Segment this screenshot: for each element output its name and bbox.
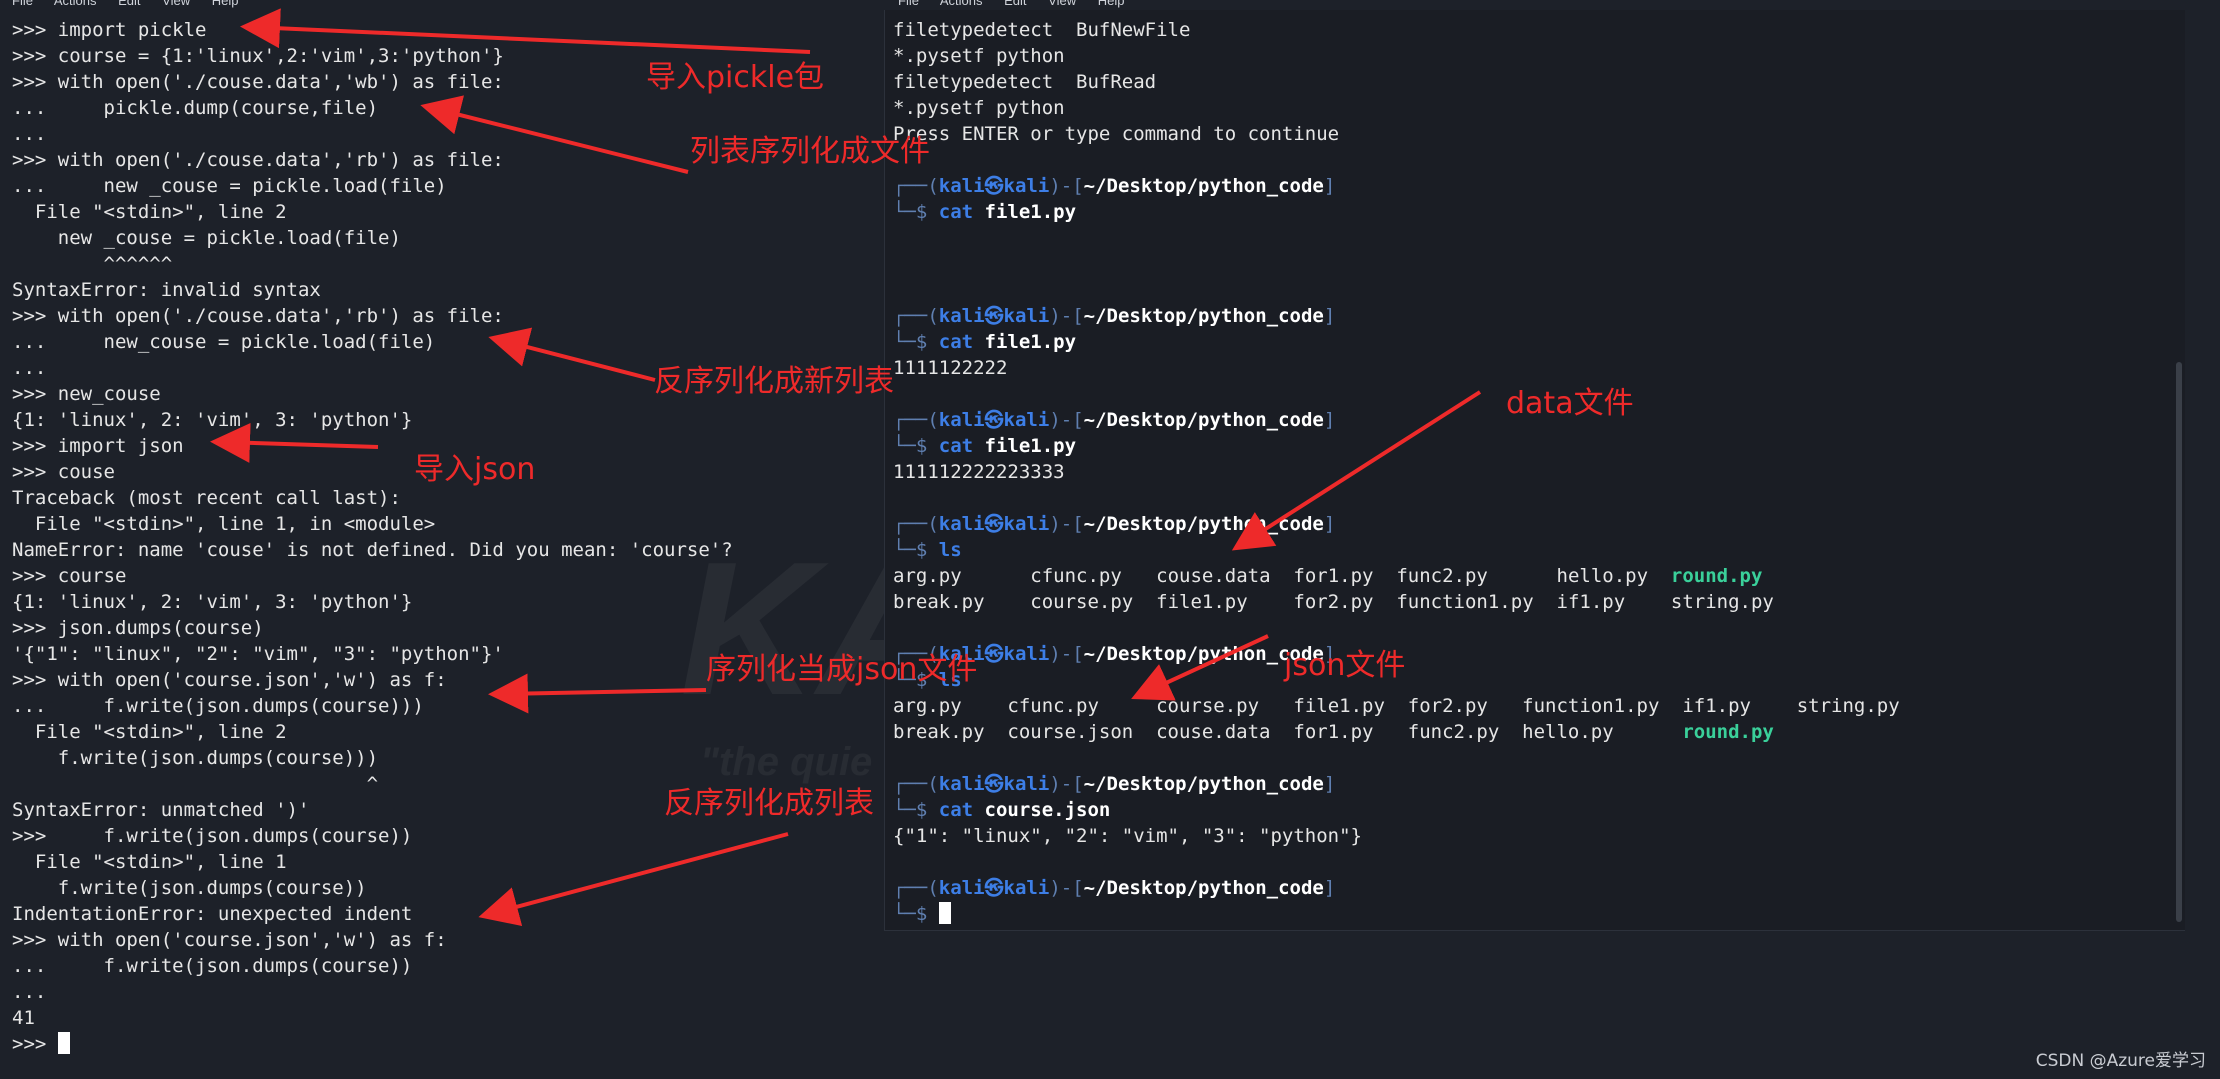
arrow-deserialize-list — [478, 832, 789, 927]
arrow-json-file — [1131, 634, 1269, 701]
annotation-import-pickle: 导入pickle包 — [646, 60, 825, 95]
csdn-credit: CSDN @Azure爱学习 — [2035, 1051, 2206, 1071]
annotation-list-serialize: 列表序列化成文件 — [690, 134, 930, 169]
annotation-data-file: data文件 — [1506, 386, 1634, 421]
annotation-deserialize-new-list: 反序列化成新列表 — [654, 364, 894, 399]
arrow-import-pickle — [240, 8, 811, 54]
arrow-import-json — [210, 422, 379, 463]
annotation-import-json: 导入json — [414, 452, 536, 487]
annotation-deserialize-list: 反序列化成列表 — [664, 786, 874, 821]
arrow-list-serialize — [420, 95, 689, 174]
annotation-serialize-json: 序列化当成json文件 — [706, 652, 978, 687]
arrow-data-file — [1231, 390, 1482, 551]
arrow-deserialize-new-list — [488, 327, 656, 382]
annotation-json-file: json文件 — [1284, 648, 1406, 683]
arrow-serialize-json — [488, 673, 707, 714]
annotation-arrows — [210, 8, 1482, 927]
